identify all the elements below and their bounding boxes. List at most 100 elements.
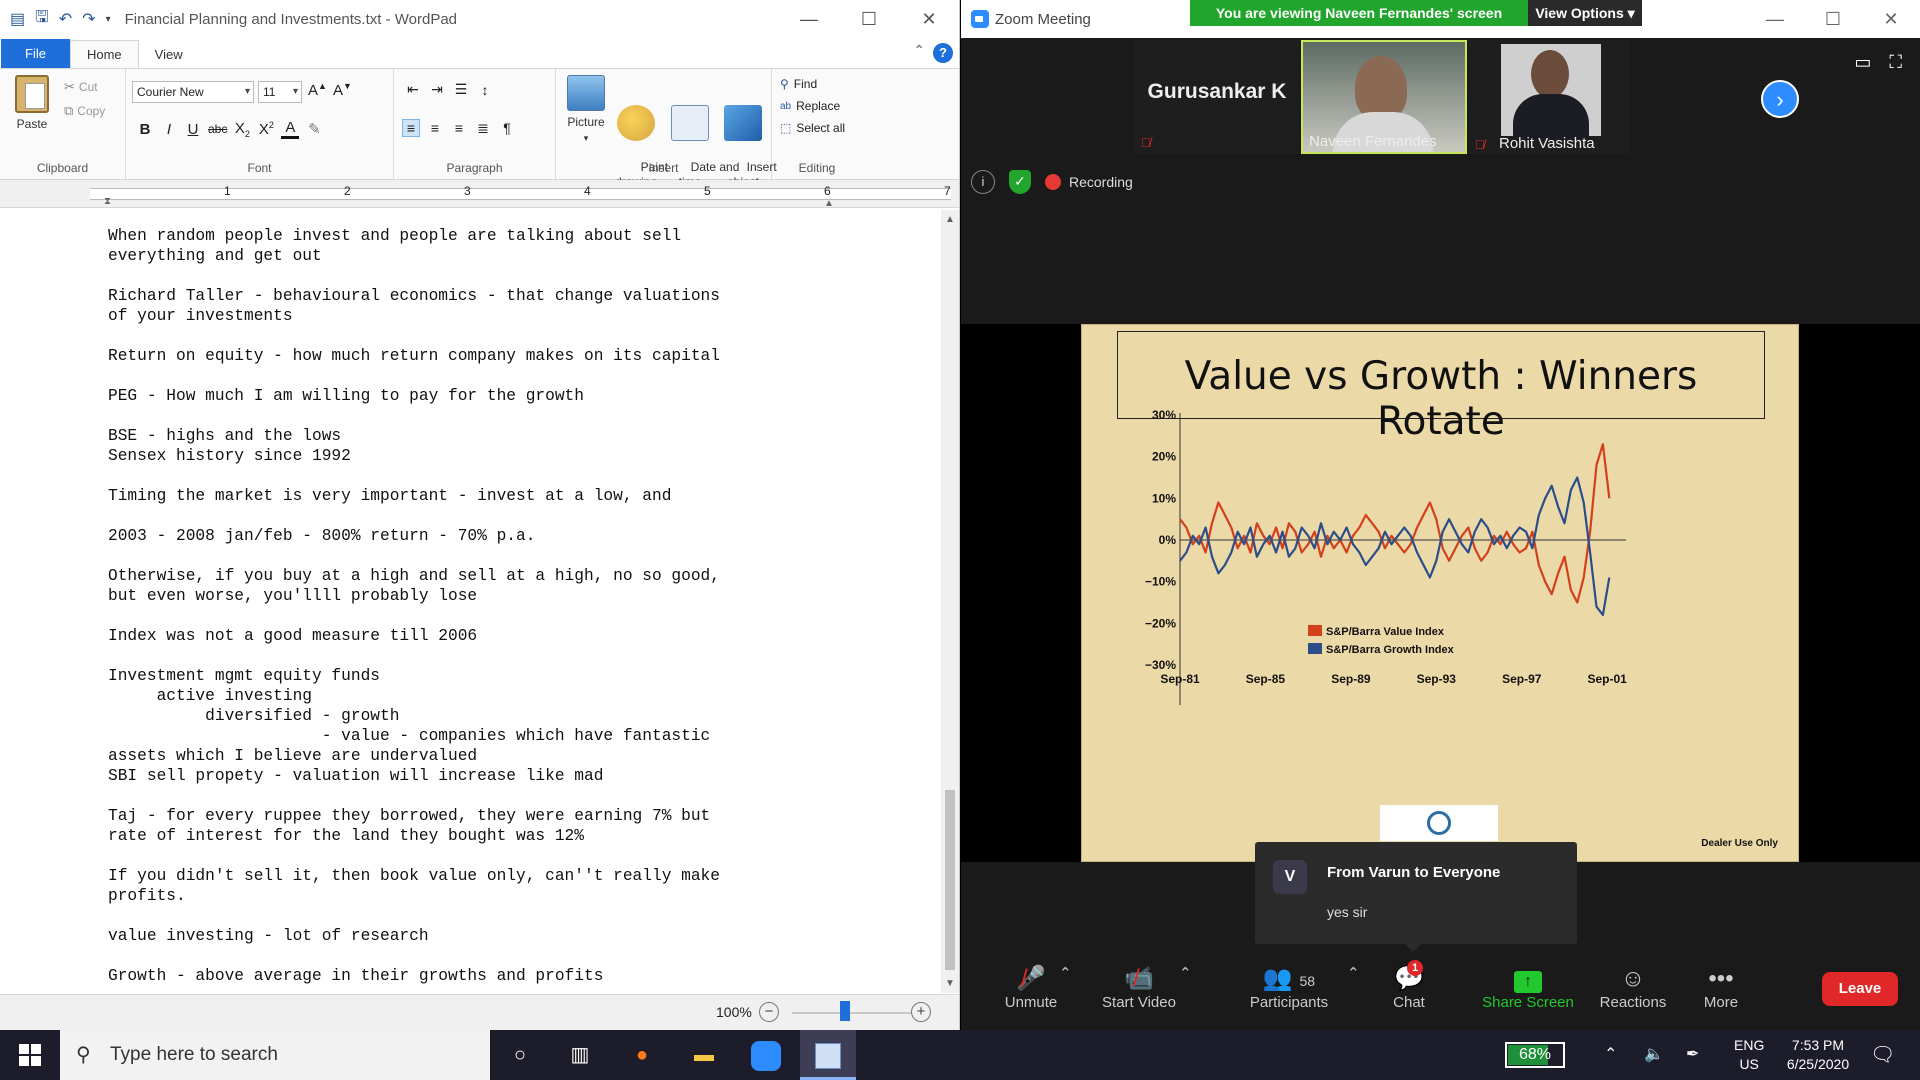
font-family-select[interactable]: Courier New (132, 81, 254, 103)
document-area[interactable]: When random people invest and people are… (0, 210, 942, 993)
start-button[interactable] (0, 1030, 60, 1080)
show-hidden-icons[interactable]: ⌃ (1604, 1030, 1617, 1080)
decrease-indent-icon[interactable]: ⇤ (404, 81, 422, 98)
close-button[interactable]: ✕ (899, 0, 959, 38)
align-left-icon[interactable]: ≡ (402, 119, 420, 137)
left-indent-marker[interactable]: ⧗ (104, 196, 111, 207)
more-button[interactable]: ••• More (1691, 964, 1751, 1011)
battery-indicator[interactable]: 68% (1505, 1042, 1565, 1068)
maximize-button[interactable]: ☐ (839, 0, 899, 38)
video-options-caret[interactable]: ⌃ (1179, 964, 1192, 982)
undo-icon[interactable]: ↶ (59, 9, 72, 29)
reactions-button[interactable]: ☺ Reactions (1593, 964, 1673, 1011)
highlight-icon[interactable]: ✎ (305, 120, 323, 138)
firefox-icon[interactable]: ● (614, 1030, 670, 1080)
tab-file[interactable]: File (1, 39, 70, 68)
scroll-thumb[interactable] (945, 790, 955, 970)
align-center-icon[interactable]: ≡ (426, 120, 444, 136)
chat-notification[interactable]: V From Varun to Everyone yes sir (1255, 842, 1577, 952)
scroll-up-icon[interactable]: ▲ (941, 214, 959, 225)
participant-tile-active-speaker[interactable]: Naveen Fernandes (1301, 40, 1467, 154)
superscript-icon[interactable]: X2 (257, 120, 275, 138)
fullscreen-icon[interactable]: ⛶ (1889, 52, 1902, 73)
cut-button[interactable]: ✂ Cut (64, 79, 98, 95)
zoom-maximize-button[interactable]: ☐ (1804, 0, 1862, 38)
zoom-taskbar-icon[interactable] (738, 1030, 794, 1080)
video-off-icon: 📹 / (1124, 965, 1154, 992)
subscript-icon[interactable]: X2 (233, 120, 251, 139)
grow-font-icon[interactable]: A▲ (308, 81, 327, 99)
bullets-icon[interactable]: ☰ (452, 81, 470, 98)
line-spacing-icon[interactable]: ↕ (476, 82, 494, 98)
zoom-slider-thumb[interactable] (840, 1001, 850, 1021)
increase-indent-icon[interactable]: ⇥ (428, 81, 446, 98)
font-color-icon[interactable]: A (281, 119, 300, 139)
status-bar: 100% − + (0, 994, 959, 1030)
customize-qa-icon[interactable]: ▾ (106, 14, 111, 25)
zoom-close-button[interactable]: ✕ (1862, 0, 1920, 38)
tab-view[interactable]: View (139, 41, 199, 68)
paragraph-icon[interactable]: ¶ (498, 120, 516, 136)
vertical-scrollbar[interactable]: ▲ ▼ (941, 210, 959, 993)
italic-icon[interactable]: I (160, 121, 178, 138)
leave-button[interactable]: Leave (1822, 972, 1898, 1006)
replace-button[interactable]: ab Replace (780, 99, 840, 113)
paragraph-label: Paragraph (446, 161, 503, 175)
strikethrough-icon[interactable]: abc (208, 122, 227, 136)
participants-button[interactable]: 👥 58 Participants (1239, 964, 1339, 1011)
battery-percent: 68% (1518, 1046, 1552, 1063)
zoom-out-icon[interactable]: − (759, 1002, 779, 1022)
underline-icon[interactable]: U (184, 121, 202, 138)
paste-button[interactable]: Paste (10, 75, 54, 131)
task-view-icon[interactable]: ▥ (552, 1030, 608, 1080)
save-icon[interactable]: 🖫 (35, 6, 49, 33)
find-button[interactable]: ⚲ Find (780, 77, 817, 91)
muted-mic-icon: 🎙̸ (1141, 135, 1151, 150)
align-right-icon[interactable]: ≡ (450, 120, 468, 136)
document-text[interactable]: When random people invest and people are… (108, 226, 720, 986)
file-explorer-icon[interactable]: ▬ (676, 1030, 732, 1080)
legend-swatch (1308, 643, 1322, 654)
bold-icon[interactable]: B (136, 121, 154, 138)
layout-icon[interactable]: ▭ (1854, 52, 1871, 73)
participants-options-caret[interactable]: ⌃ (1347, 964, 1360, 982)
language-indicator[interactable]: ENG US (1734, 1036, 1764, 1074)
chat-button[interactable]: 💬 1 Chat (1379, 960, 1439, 1011)
tab-home[interactable]: Home (69, 40, 139, 68)
select-all-button[interactable]: ⬚ Select all (780, 121, 845, 135)
participant-tile[interactable]: Gurusankar K 🎙̸ (1135, 40, 1299, 154)
help-icon[interactable]: ? (933, 43, 953, 63)
next-page-button[interactable]: › (1761, 80, 1799, 118)
justify-icon[interactable]: ≣ (474, 120, 492, 137)
chat-sender: From Varun to Everyone (1327, 864, 1501, 881)
collapse-ribbon-icon[interactable]: ⌃ (913, 42, 925, 59)
pen-icon[interactable]: ✒ (1686, 1030, 1699, 1080)
participant-name: Gurusankar K (1147, 80, 1287, 103)
font-size-select[interactable]: 11 (258, 81, 302, 103)
wordpad-taskbar-icon[interactable] (800, 1030, 856, 1080)
recording-indicator[interactable]: Recording (1045, 174, 1133, 190)
clock[interactable]: 7:53 PM 6/25/2020 (1776, 1036, 1860, 1074)
participant-tile[interactable]: 🎙̸ Rohit Vasishta (1469, 40, 1629, 154)
zoom-in-icon[interactable]: + (911, 1002, 931, 1022)
view-options-button[interactable]: View Options ▾ (1528, 0, 1642, 26)
zoom-slider[interactable] (792, 1012, 912, 1014)
taskbar-search[interactable]: ⚲ Type here to search (60, 1030, 490, 1080)
shrink-font-icon[interactable]: A▼ (333, 81, 352, 99)
scroll-down-icon[interactable]: ▼ (941, 978, 959, 989)
volume-icon[interactable]: 🔈 (1644, 1030, 1664, 1080)
start-video-button[interactable]: 📹 / Start Video (1089, 964, 1189, 1011)
notification-icon[interactable]: 🗨 (1870, 1042, 1895, 1067)
info-icon[interactable]: i (971, 170, 995, 194)
share-screen-button[interactable]: ↑ Share Screen (1481, 964, 1575, 1011)
right-indent-marker[interactable]: ▲ (824, 198, 834, 209)
ruler[interactable]: 1 2 3 4 5 6 7 ⧗ ▲ (0, 180, 959, 209)
audio-options-caret[interactable]: ⌃ (1059, 964, 1072, 982)
zoom-minimize-button[interactable]: — (1746, 0, 1804, 38)
copy-button[interactable]: ⧉ Copy (64, 103, 105, 119)
picture-button[interactable]: Picture ▾ (564, 75, 608, 146)
cortana-icon[interactable]: ○ (492, 1030, 548, 1080)
redo-icon[interactable]: ↷ (82, 9, 95, 29)
minimize-button[interactable]: — (779, 0, 839, 38)
security-shield-icon[interactable]: ✓ (1009, 170, 1031, 194)
